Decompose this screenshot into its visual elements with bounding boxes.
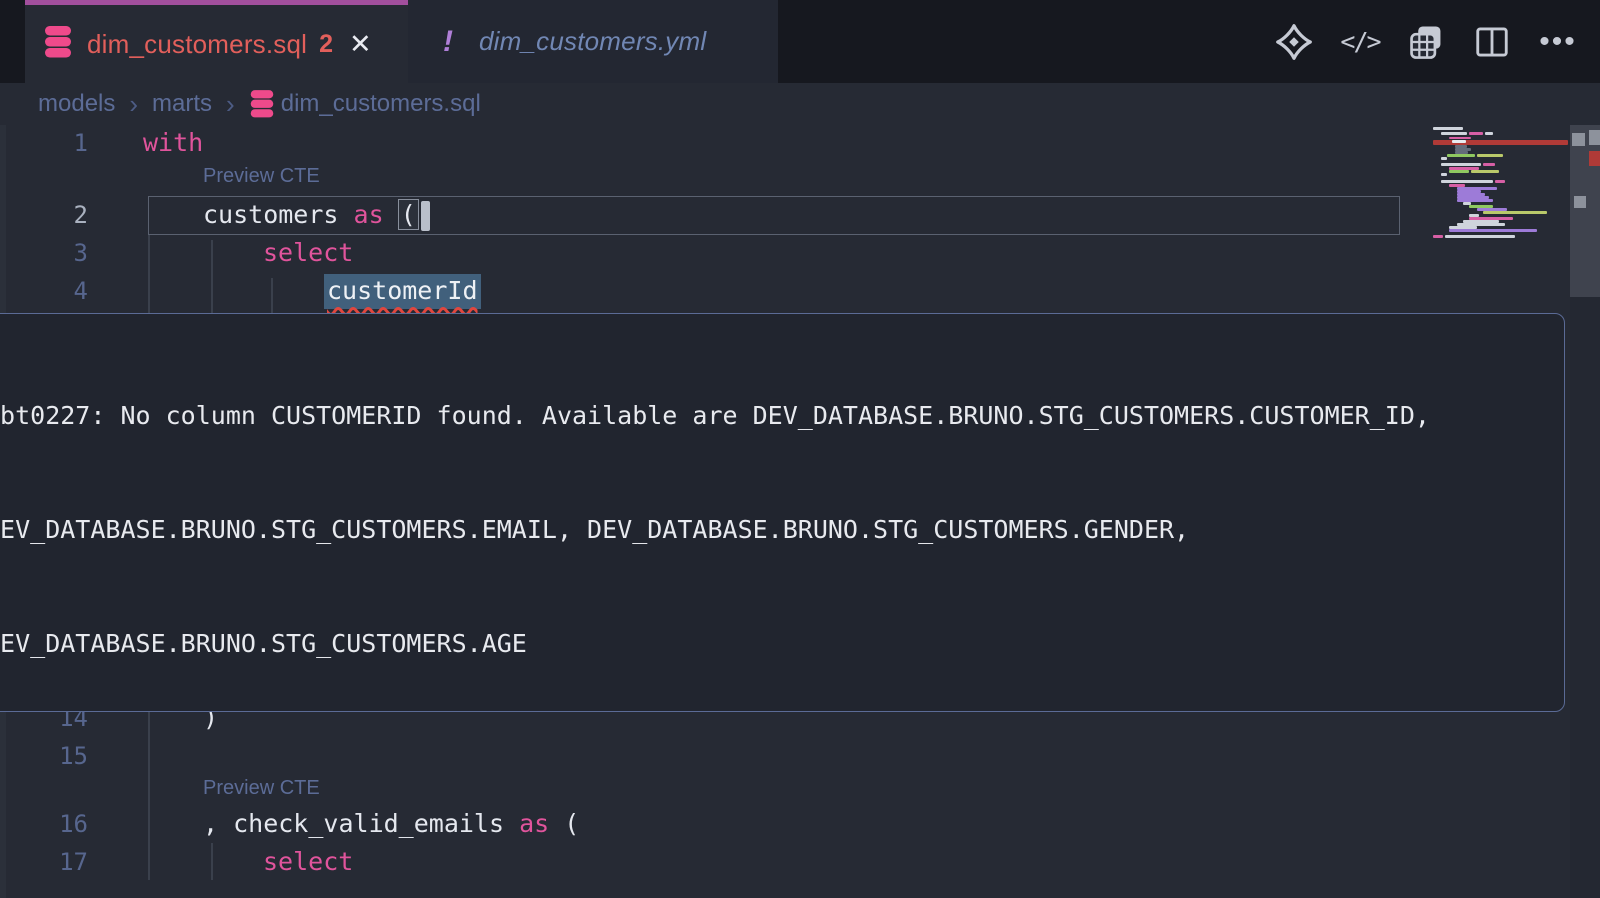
line-number: 1 (0, 124, 88, 162)
minimap-code-line (1483, 163, 1495, 166)
error-text: DEV_DATABASE.BRUNO.STG_CUSTOMERS.EMAIL, … (0, 511, 1564, 549)
minimap-code-line (1447, 154, 1475, 157)
error-hover-popup: dbt0227: No column CUSTOMERID found. Ava… (0, 313, 1565, 712)
minimap-code-line (1452, 140, 1466, 143)
tab-dim-customers-yml[interactable]: ! dim_customers.yml (408, 0, 778, 83)
line-number: 2 (0, 196, 88, 234)
error-token-customerid[interactable]: customerId (324, 274, 481, 309)
code-token: ( (549, 809, 579, 838)
code-token: as (519, 809, 549, 838)
chevron-right-icon: › (129, 89, 138, 120)
minimap-code-line (1441, 157, 1447, 160)
overview-cursor-marker (1574, 196, 1586, 208)
database-icon (43, 25, 73, 64)
minimap-code-line (1449, 170, 1469, 173)
codelens-preview-cte[interactable]: Preview CTE (203, 160, 320, 193)
minimap[interactable] (1433, 125, 1568, 255)
line-number: 3 (0, 234, 88, 272)
code-token: select (263, 847, 353, 876)
breadcrumb-item-models[interactable]: models (38, 90, 115, 118)
error-text: dbt0227: No column CUSTOMERID found. Ava… (0, 397, 1564, 435)
code-line-error: 4 customerId (0, 272, 1430, 310)
line-number: 15 (0, 737, 88, 775)
editor-actions-toolbar: </> ••• (1274, 0, 1578, 83)
breadcrumb: models › marts › dim_customers.sql (0, 83, 1600, 125)
error-message-block: dbt0227: No column CUSTOMERID found. Ava… (0, 321, 1564, 712)
code-line: 1 with (0, 124, 1430, 162)
tab-dim-customers-sql[interactable]: dim_customers.sql 2 ✕ (25, 0, 408, 83)
codelens-preview-cte[interactable]: Preview CTE (203, 772, 320, 805)
minimap-code-line (1445, 235, 1515, 238)
minimap-code-line (1433, 127, 1463, 130)
minimap-code-line (1441, 173, 1447, 176)
split-editor-icon[interactable] (1472, 22, 1512, 62)
vscode-window: dim_customers.sql 2 ✕ ! dim_customers.ym… (0, 0, 1600, 898)
minimap-code-line (1483, 211, 1547, 214)
minimap-code-line (1433, 235, 1443, 238)
more-actions-icon[interactable]: ••• (1538, 22, 1578, 62)
minimap-code-line (1441, 180, 1493, 183)
line-number: 17 (0, 843, 88, 881)
code-line-current: 2 customers as ( (0, 196, 1430, 234)
minimap-code-line (1441, 163, 1481, 166)
minimap-code-line (1485, 132, 1493, 135)
minimap-code-line (1471, 170, 1499, 173)
minimap-code-line (1449, 137, 1471, 140)
compile-code-icon[interactable]: </> (1340, 22, 1380, 62)
code-token: select (263, 238, 353, 267)
close-icon[interactable]: ✕ (349, 29, 372, 60)
overview-cursor-marker (1589, 130, 1600, 145)
code-token: as (354, 200, 384, 229)
text-cursor (421, 201, 430, 231)
scrollbar[interactable] (1570, 125, 1600, 898)
code-token: , check_valid_emails (203, 809, 519, 838)
minimap-code-line (1449, 229, 1537, 232)
tab-bar: dim_customers.sql 2 ✕ ! dim_customers.ym… (0, 0, 1600, 83)
code-line: 16 , check_valid_emails as ( (0, 805, 1430, 843)
minimap-code-line (1457, 199, 1493, 202)
minimap-code-line (1495, 180, 1505, 183)
warning-icon: ! (443, 25, 453, 59)
code-line: 3 select (0, 234, 1430, 272)
dbt-icon[interactable] (1274, 22, 1314, 62)
minimap-code-line (1477, 154, 1503, 157)
tab-filename: dim_customers.yml (479, 26, 706, 57)
code-line: 15 (0, 737, 1430, 775)
tab-problem-count-badge: 2 (319, 30, 333, 59)
line-number: 16 (0, 805, 88, 843)
matched-bracket: ( (399, 200, 418, 229)
overview-cursor-marker (1572, 133, 1585, 146)
minimap-code-line (1469, 132, 1483, 135)
minimap-code-line (1441, 132, 1467, 135)
code-token (384, 200, 399, 229)
breadcrumb-item-marts[interactable]: marts (152, 90, 212, 118)
breadcrumb-item-file[interactable]: dim_customers.sql (281, 90, 481, 118)
tab-filename: dim_customers.sql (87, 29, 307, 60)
line-number: 4 (0, 272, 88, 310)
error-text: DEV_DATABASE.BRUNO.STG_CUSTOMERS.AGE (0, 625, 1564, 663)
database-icon (249, 89, 275, 119)
code-token: customers (203, 200, 354, 229)
overview-error-marker (1589, 151, 1600, 166)
code-token: with (143, 128, 203, 157)
chevron-right-icon: › (226, 89, 235, 120)
code-line: 17 select (0, 843, 1430, 881)
copy-table-icon[interactable] (1406, 22, 1446, 62)
